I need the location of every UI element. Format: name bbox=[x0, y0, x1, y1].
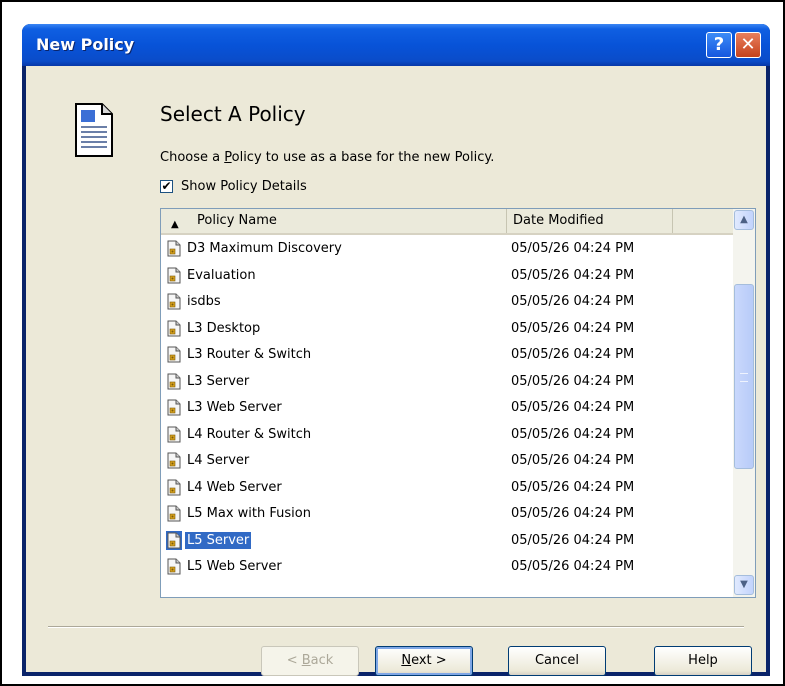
date-modified: 05/05/26 04:24 PM bbox=[511, 347, 635, 362]
date-modified: 05/05/26 04:24 PM bbox=[511, 241, 635, 256]
show-details-label[interactable]: Show Policy Details bbox=[181, 179, 307, 194]
table-row[interactable]: L5 Web Server 05/05/26 04:24 PM bbox=[161, 553, 733, 580]
table-row[interactable]: L4 Router & Switch 05/05/26 04:24 PM bbox=[161, 421, 733, 448]
list-header: ▲ Policy Name Date Modified bbox=[161, 209, 733, 235]
close-button[interactable]: ✕ bbox=[735, 32, 761, 58]
back-button[interactable]: < Back bbox=[261, 646, 359, 676]
next-mnemonic: N bbox=[401, 653, 412, 668]
policy-name: L4 Web Server bbox=[187, 479, 282, 495]
instruction-mnemonic: P bbox=[224, 150, 232, 165]
grip-icon bbox=[740, 373, 748, 382]
help-button[interactable]: Help bbox=[654, 646, 752, 676]
date-modified: 05/05/26 04:24 PM bbox=[511, 506, 635, 521]
show-details-checkbox[interactable]: ✔ bbox=[160, 179, 173, 193]
table-row[interactable]: D3 Maximum Discovery 05/05/26 04:24 PM bbox=[161, 235, 733, 262]
column-header-empty bbox=[673, 209, 733, 233]
column-label-policy-name: Policy Name bbox=[197, 213, 277, 228]
table-row[interactable]: L5 Max with Fusion 05/05/26 04:24 PM bbox=[161, 500, 733, 527]
scroll-thumb[interactable] bbox=[734, 284, 754, 469]
instruction-pre: Choose a bbox=[160, 150, 225, 165]
date-modified: 05/05/26 04:24 PM bbox=[511, 320, 635, 336]
policy-file-icon bbox=[167, 320, 181, 337]
column-header-policy-name[interactable]: ▲ Policy Name bbox=[161, 209, 507, 233]
policy-file-icon bbox=[167, 479, 181, 496]
policy-file-icon bbox=[167, 426, 181, 443]
document-icon bbox=[75, 103, 113, 157]
policy-name: Evaluation bbox=[187, 267, 256, 283]
scroll-up-button[interactable]: ▲ bbox=[734, 210, 754, 230]
date-modified: 05/05/26 04:24 PM bbox=[511, 426, 635, 442]
date-modified: 05/05/26 04:24 PM bbox=[511, 532, 635, 548]
table-row[interactable]: L4 Web Server 05/05/26 04:24 PM bbox=[161, 474, 733, 501]
policy-name: L3 Web Server bbox=[187, 400, 282, 415]
policy-file-icon bbox=[167, 452, 181, 469]
instruction-post: olicy to use as a base for the new Polic… bbox=[231, 150, 495, 165]
title-bar[interactable]: New Policy ? ✕ bbox=[22, 24, 770, 66]
date-modified: 05/05/26 04:24 PM bbox=[511, 267, 635, 283]
cancel-button[interactable]: Cancel bbox=[508, 646, 606, 676]
policy-name: L3 Desktop bbox=[187, 320, 261, 336]
policy-name: L5 Server bbox=[185, 531, 252, 549]
button-separator bbox=[48, 626, 744, 628]
back-post: ack bbox=[310, 653, 334, 668]
policy-file-icon bbox=[167, 505, 181, 522]
date-modified: 05/05/26 04:24 PM bbox=[511, 479, 635, 495]
window-title: New Policy bbox=[36, 35, 135, 54]
date-modified: 05/05/26 04:24 PM bbox=[511, 559, 635, 574]
instruction-text: Choose a Policy to use as a base for the… bbox=[160, 150, 494, 165]
policy-list[interactable]: ▲ Policy Name Date Modified D3 Maximum D… bbox=[160, 208, 756, 598]
date-modified: 05/05/26 04:24 PM bbox=[511, 400, 635, 415]
policy-name: L4 Server bbox=[187, 453, 250, 468]
policy-file-icon bbox=[167, 399, 181, 416]
next-post: ext > bbox=[411, 653, 447, 668]
policy-name: L5 Web Server bbox=[187, 559, 282, 574]
screenshot-frame: New Policy ? ✕ Select A Policy Choose a … bbox=[0, 0, 785, 686]
scroll-down-button[interactable]: ▼ bbox=[734, 575, 754, 595]
policy-name: L5 Max with Fusion bbox=[187, 506, 311, 521]
table-row[interactable]: isdbs 05/05/26 04:24 PM bbox=[161, 288, 733, 315]
policy-file-icon bbox=[167, 267, 181, 284]
policy-file-icon bbox=[167, 293, 181, 310]
sort-ascending-icon: ▲ bbox=[171, 219, 179, 230]
table-row[interactable]: L3 Web Server 05/05/26 04:24 PM bbox=[161, 394, 733, 421]
page-heading: Select A Policy bbox=[160, 102, 306, 126]
policy-name: L3 Server bbox=[187, 373, 250, 389]
date-modified: 05/05/26 04:24 PM bbox=[511, 373, 635, 389]
back-mnemonic: B bbox=[301, 653, 311, 668]
back-pre: < bbox=[286, 653, 302, 668]
table-row[interactable]: Evaluation 05/05/26 04:24 PM bbox=[161, 262, 733, 289]
show-details-row[interactable]: ✔ Show Policy Details bbox=[160, 177, 307, 195]
help-title-button[interactable]: ? bbox=[706, 32, 732, 58]
table-row[interactable]: L3 Desktop 05/05/26 04:24 PM bbox=[161, 315, 733, 342]
list-rows: D3 Maximum Discovery 05/05/26 04:24 PM Eva… bbox=[161, 235, 733, 580]
table-row[interactable]: L4 Server 05/05/26 04:24 PM bbox=[161, 447, 733, 474]
dialog-content: Select A Policy Choose a Policy to use a… bbox=[26, 66, 766, 676]
policy-file-icon bbox=[167, 240, 181, 257]
new-policy-dialog: New Policy ? ✕ Select A Policy Choose a … bbox=[22, 24, 770, 676]
date-modified: 05/05/26 04:24 PM bbox=[511, 453, 635, 468]
policy-name: L3 Router & Switch bbox=[187, 347, 312, 362]
table-row[interactable]: L5 Server 05/05/26 04:24 PM bbox=[161, 527, 733, 554]
table-row[interactable]: L3 Server 05/05/26 04:24 PM bbox=[161, 368, 733, 395]
policy-file-icon bbox=[166, 530, 182, 550]
vertical-scrollbar[interactable]: ▲ ▼ bbox=[733, 209, 755, 597]
table-row[interactable]: L3 Router & Switch 05/05/26 04:24 PM bbox=[161, 341, 733, 368]
column-label-date-modified: Date Modified bbox=[513, 213, 604, 228]
next-button[interactable]: Next > bbox=[375, 646, 473, 676]
policy-name: isdbs bbox=[187, 294, 221, 309]
date-modified: 05/05/26 04:24 PM bbox=[511, 294, 635, 309]
policy-name: D3 Maximum Discovery bbox=[187, 241, 342, 256]
policy-name: L4 Router & Switch bbox=[187, 426, 312, 442]
policy-file-icon bbox=[167, 558, 181, 575]
policy-file-icon bbox=[167, 373, 181, 390]
policy-file-icon bbox=[167, 346, 181, 363]
column-header-date-modified[interactable]: Date Modified bbox=[507, 209, 673, 233]
